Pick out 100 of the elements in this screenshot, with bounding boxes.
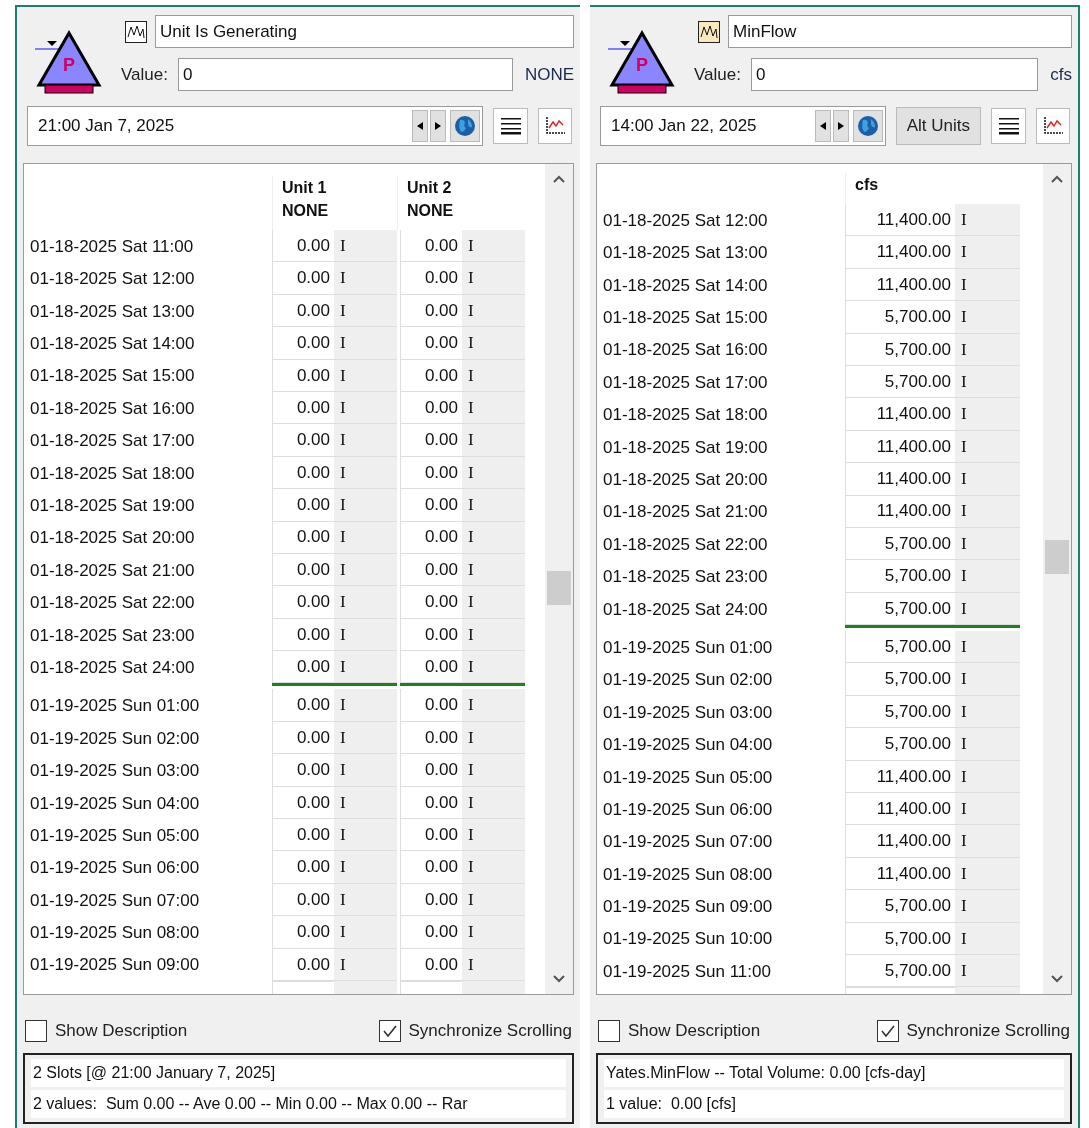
date-field[interactable]: 21:00 Jan 7, 2025 <box>27 106 483 146</box>
flag-cell: I <box>462 754 525 787</box>
flag-cell: I <box>955 236 1020 269</box>
slot-name-field[interactable]: Unit Is Generating <box>155 15 574 48</box>
plot-button[interactable] <box>1036 108 1070 144</box>
date-cell-text: 01-18-2025 Sat 14:00 <box>29 333 196 356</box>
date-cell-text: 01-19-2025 Sun 08:00 <box>602 863 774 886</box>
date-cell-text: 01-18-2025 Sat 24:00 <box>602 598 769 621</box>
flag-cell: I <box>334 851 397 884</box>
vertical-scrollbar[interactable] <box>545 164 573 994</box>
scroll-down-icon[interactable] <box>552 974 566 984</box>
checkbox[interactable] <box>598 1020 620 1042</box>
date-cell-text: 01-18-2025 Sat 18:00 <box>602 404 769 427</box>
scroll-up-icon[interactable] <box>552 174 566 184</box>
value-field[interactable]: 0 <box>177 58 513 91</box>
flag-cell: I <box>462 391 525 425</box>
slot-name-field[interactable]: MinFlow <box>728 15 1072 48</box>
scrollbar-thumb[interactable] <box>547 571 571 606</box>
flag-cell: I <box>334 262 397 295</box>
checkbox[interactable] <box>876 1020 899 1042</box>
line-graph-icon <box>125 20 147 43</box>
flag-cell: I <box>462 327 525 360</box>
flag-cell: I <box>462 489 525 522</box>
flag-cell: I <box>334 689 397 722</box>
plot-button[interactable] <box>538 108 572 144</box>
scrollbar-thumb[interactable] <box>1045 539 1069 574</box>
flag-cell: I <box>334 651 397 684</box>
flag-cell: I <box>955 955 1020 988</box>
list-view-button[interactable] <box>493 108 528 144</box>
flag-cell: I <box>955 760 1020 794</box>
scroll-down-icon[interactable] <box>1050 974 1064 984</box>
list-icon <box>997 117 1020 135</box>
line-graph-icon <box>698 20 720 43</box>
date-cell-text: 01-18-2025 Sat 13:00 <box>602 242 769 265</box>
unit-label: cfs <box>1049 63 1072 86</box>
flag-cell: I <box>462 851 525 884</box>
flag-cell: I <box>462 262 525 295</box>
date-cell-text: 01-18-2025 Sat 17:00 <box>29 430 196 453</box>
flag-cell: I <box>462 916 525 949</box>
date-field[interactable]: 14:00 Jan 22, 2025 <box>600 106 886 146</box>
flag-cell: I <box>462 456 525 490</box>
show-description-label: Show Description <box>628 1020 761 1043</box>
flag-cell: I <box>334 721 397 755</box>
date-cell-text: 01-18-2025 Sat 14:00 <box>602 274 769 297</box>
flag-cell: I <box>334 883 397 917</box>
alt-units-button[interactable]: Alt Units <box>895 107 981 145</box>
flag-cell: I <box>955 398 1020 431</box>
flag-cell: I <box>955 631 1020 664</box>
date-cell-text: 01-18-2025 Sat 18:00 <box>29 462 196 485</box>
previous-button[interactable] <box>412 110 428 142</box>
date-cell-text: 01-19-2025 Sun 09:00 <box>29 954 201 977</box>
date-cell-text: 01-18-2025 Sat 15:00 <box>602 307 769 330</box>
date-cell-text: 01-19-2025 Sun 09:00 <box>602 896 774 919</box>
right-arrow-icon <box>837 122 844 130</box>
checkbox[interactable] <box>25 1020 47 1042</box>
scroll-up-icon[interactable] <box>1050 174 1064 184</box>
flag-cell: I <box>334 521 397 554</box>
flag-cell: I <box>462 948 525 981</box>
flag-cell: I <box>462 424 525 457</box>
flag-cell: I <box>334 230 397 263</box>
date-cell-text: 01-18-2025 Sat 16:00 <box>29 397 196 420</box>
list-view-button[interactable] <box>991 108 1026 144</box>
value-field[interactable]: 0 <box>750 58 1039 91</box>
flag-cell: I <box>462 586 525 619</box>
date-cell-text: 01-19-2025 Sun 08:00 <box>29 922 201 945</box>
left-arrow-icon <box>819 122 826 130</box>
next-button[interactable] <box>832 110 849 142</box>
flag-cell: I <box>334 424 397 457</box>
flag-cell: I <box>955 527 1020 561</box>
date-cell-text: 01-19-2025 Sun 05:00 <box>29 824 201 847</box>
date-cell-text: 01-19-2025 Sun 06:00 <box>602 798 774 821</box>
flag-cell: I <box>955 592 1020 626</box>
date-cell-text: 01-18-2025 Sat 24:00 <box>29 656 196 679</box>
flag-cell: I <box>334 819 397 852</box>
next-button[interactable] <box>430 110 446 142</box>
date-cell-text: 01-19-2025 Sun 02:00 <box>29 727 201 750</box>
globe-icon <box>454 115 476 137</box>
flag-cell: I <box>462 721 525 755</box>
date-cell-text: 01-18-2025 Sat 17:00 <box>602 371 769 394</box>
date-cell-text: 01-19-2025 Sun 06:00 <box>29 857 201 880</box>
flag-cell: I <box>334 489 397 522</box>
flag-cell: I <box>462 651 525 684</box>
date-cell-text: 01-18-2025 Sat 20:00 <box>29 527 196 550</box>
flag-cell: I <box>334 294 397 328</box>
synchronize-scrolling-label: Synchronize Scrolling <box>906 1020 1070 1043</box>
date-cell-text: 01-19-2025 Sun 01:00 <box>29 695 201 718</box>
date-cell-text: 01-18-2025 Sat 22:00 <box>602 533 769 556</box>
date-cell-text: 01-18-2025 Sat 16:00 <box>602 339 769 362</box>
globe-button[interactable] <box>852 110 883 142</box>
flag-cell: I <box>955 463 1020 496</box>
globe-button[interactable] <box>450 110 480 142</box>
checkbox[interactable] <box>378 1020 401 1042</box>
vertical-scrollbar[interactable] <box>1043 164 1071 994</box>
date-cell-text: 01-18-2025 Sat 21:00 <box>29 559 196 582</box>
previous-button[interactable] <box>814 110 831 142</box>
flag-cell: I <box>462 819 525 852</box>
flag-cell: I <box>334 456 397 490</box>
flag-cell: I <box>334 618 397 652</box>
flag-cell: I <box>462 521 525 554</box>
date-cell-text: 01-18-2025 Sat 23:00 <box>29 624 196 647</box>
